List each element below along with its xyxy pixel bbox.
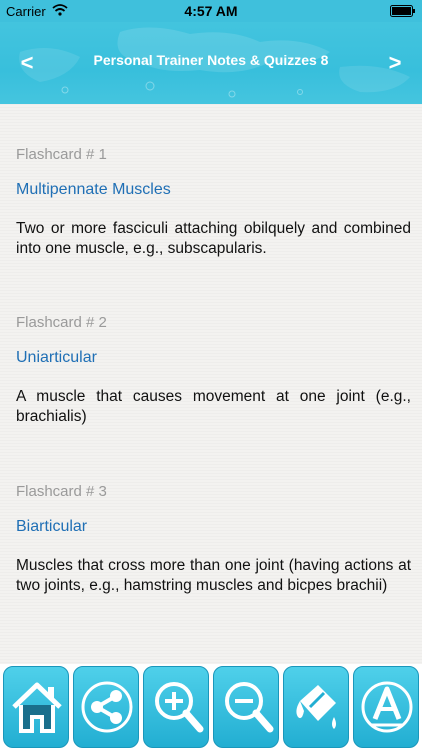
page-title: Personal Trainer Notes & Quizzes 8 <box>93 52 329 68</box>
flashcard: Flashcard # 2 Uniarticular A muscle that… <box>16 314 411 427</box>
flashcard: Flashcard # 1 Multipennate Muscles Two o… <box>16 146 411 259</box>
flashcard-number: Flashcard # 2 <box>16 314 107 331</box>
zoom-out-button[interactable] <box>213 666 279 748</box>
bottom-toolbar <box>0 664 422 750</box>
zoom-in-icon <box>155 682 204 733</box>
flashcard-definition: Muscles that cross more than one joint (… <box>16 557 411 594</box>
zoom-out-icon <box>225 682 274 733</box>
flashcard: Flashcard # 3 Biarticular Muscles that c… <box>16 483 411 596</box>
status-bar: Carrier 4:57 AM <box>0 0 422 22</box>
flashcard-term: Multipennate Muscles <box>16 181 171 198</box>
flashcard-term: Uniarticular <box>16 349 97 366</box>
theme-color-button[interactable] <box>283 666 349 748</box>
home-icon <box>12 682 62 733</box>
flashcard-term: Biarticular <box>16 518 88 535</box>
share-button[interactable] <box>73 666 139 748</box>
battery-icon <box>390 5 415 17</box>
next-button[interactable]: > <box>380 48 410 78</box>
flashcard-number: Flashcard # 1 <box>16 146 107 163</box>
paint-bucket-icon <box>296 685 336 729</box>
font-icon <box>361 681 413 733</box>
font-size-button[interactable] <box>353 666 419 748</box>
flashcard-definition: A muscle that causes movement at one joi… <box>16 388 411 425</box>
home-button[interactable] <box>3 666 69 748</box>
flashcard-number: Flashcard # 3 <box>16 483 107 500</box>
nav-header: < Personal Trainer Notes & Quizzes 8 > <box>0 22 422 104</box>
share-icon <box>81 681 133 733</box>
clock: 4:57 AM <box>184 3 238 19</box>
flashcard-list[interactable]: Flashcard # 1 Multipennate Muscles Two o… <box>0 104 422 664</box>
previous-button[interactable]: < <box>12 48 42 78</box>
flashcard-definition: Two or more fasciculi attaching obilquel… <box>16 220 411 257</box>
zoom-in-button[interactable] <box>143 666 209 748</box>
